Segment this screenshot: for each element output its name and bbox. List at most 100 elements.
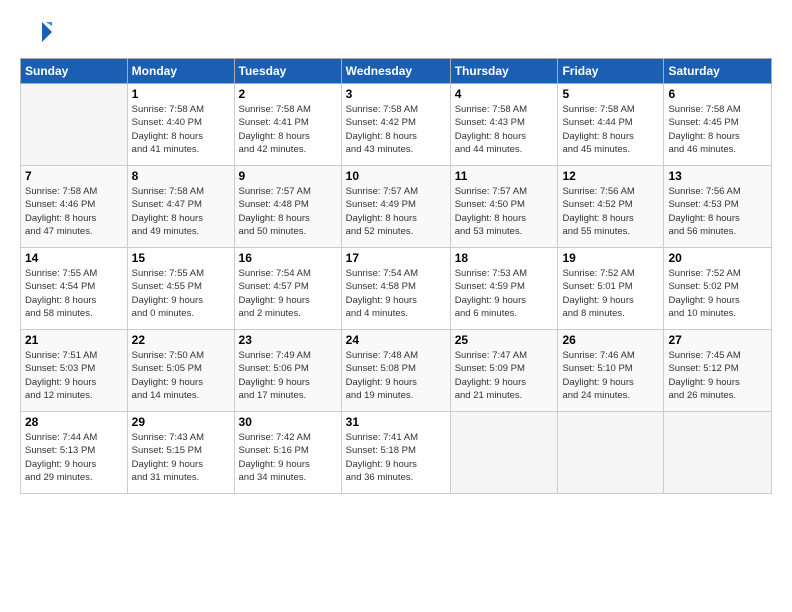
calendar-cell: 10Sunrise: 7:57 AMSunset: 4:49 PMDayligh… [341,166,450,248]
day-number: 20 [668,251,767,265]
day-info: Sunrise: 7:43 AMSunset: 5:15 PMDaylight:… [132,431,230,484]
weekday-header-wednesday: Wednesday [341,59,450,84]
calendar-cell: 15 Sunrise: 7:55 AMSunset: 4:55 PMDayligh… [127,248,234,330]
day-info: Sunrise: 7:51 AMSunset: 5:03 PMDaylight:… [25,349,123,402]
weekday-header-thursday: Thursday [450,59,558,84]
calendar-cell: 12 Sunrise: 7:56 AMSunset: 4:52 PMDayligh… [558,166,664,248]
calendar-cell: 5 Sunrise: 7:58 AMSunset: 4:44 PMDaylight… [558,84,664,166]
weekday-header-sunday: Sunday [21,59,128,84]
calendar-cell: 28 Sunrise: 7:44 AMSunset: 5:13 PMDayligh… [21,412,128,494]
calendar-cell: 30 Sunrise: 7:42 AMSunset: 5:16 PMDayligh… [234,412,341,494]
calendar-cell: 23 Sunrise: 7:49 AMSunset: 5:06 PMDayligh… [234,330,341,412]
day-info: Sunrise: 7:54 AMSunset: 4:58 PMDaylight:… [346,267,446,320]
weekday-header-friday: Friday [558,59,664,84]
calendar-cell: 17 Sunrise: 7:54 AMSunset: 4:58 PMDayligh… [341,248,450,330]
day-info: Sunrise: 7:47 AMSunset: 5:09 PMDaylight:… [455,349,554,402]
day-info: Sunrise: 7:57 AMSunset: 4:48 PMDaylight:… [239,185,337,238]
calendar-cell: 20Sunrise: 7:52 AMSunset: 5:02 PMDayligh… [664,248,772,330]
calendar-cell: 16Sunrise: 7:54 AMSunset: 4:57 PMDayligh… [234,248,341,330]
day-number: 15 [132,251,230,265]
calendar-cell: 11 Sunrise: 7:57 AMSunset: 4:50 PMDayligh… [450,166,558,248]
weekday-header-monday: Monday [127,59,234,84]
day-info: Sunrise: 7:49 AMSunset: 5:06 PMDaylight:… [239,349,337,402]
calendar-cell: 14 Sunrise: 7:55 AMSunset: 4:54 PMDayligh… [21,248,128,330]
day-number: 5 [562,87,659,101]
calendar-cell: 24Sunrise: 7:48 AMSunset: 5:08 PMDayligh… [341,330,450,412]
day-number: 12 [562,169,659,183]
day-info: Sunrise: 7:58 AMSunset: 4:43 PMDaylight:… [455,103,554,156]
day-info: Sunrise: 7:55 AMSunset: 4:55 PMDaylight:… [132,267,230,320]
day-number: 3 [346,87,446,101]
day-info: Sunrise: 7:56 AMSunset: 4:52 PMDaylight:… [562,185,659,238]
day-info: Sunrise: 7:41 AMSunset: 5:18 PMDaylight:… [346,431,446,484]
day-info: Sunrise: 7:58 AMSunset: 4:45 PMDaylight:… [668,103,767,156]
calendar-cell [450,412,558,494]
day-number: 11 [455,169,554,183]
calendar-cell: 25 Sunrise: 7:47 AMSunset: 5:09 PMDayligh… [450,330,558,412]
page: SundayMondayTuesdayWednesdayThursdayFrid… [0,0,792,612]
calendar-week-2: 7Sunrise: 7:58 AMSunset: 4:46 PMDaylight… [21,166,772,248]
calendar-table: SundayMondayTuesdayWednesdayThursdayFrid… [20,58,772,494]
calendar-week-4: 21Sunrise: 7:51 AMSunset: 5:03 PMDayligh… [21,330,772,412]
calendar-cell: 27 Sunrise: 7:45 AMSunset: 5:12 PMDayligh… [664,330,772,412]
day-number: 27 [668,333,767,347]
day-number: 4 [455,87,554,101]
calendar-body: 1 Sunrise: 7:58 AMSunset: 4:40 PMDaylight… [21,84,772,494]
day-info: Sunrise: 7:50 AMSunset: 5:05 PMDaylight:… [132,349,230,402]
day-number: 2 [239,87,337,101]
day-number: 10 [346,169,446,183]
day-info: Sunrise: 7:58 AMSunset: 4:44 PMDaylight:… [562,103,659,156]
calendar-cell: 3 Sunrise: 7:58 AMSunset: 4:42 PMDaylight… [341,84,450,166]
day-number: 13 [668,169,767,183]
day-number: 14 [25,251,123,265]
day-info: Sunrise: 7:45 AMSunset: 5:12 PMDaylight:… [668,349,767,402]
day-number: 28 [25,415,123,429]
day-info: Sunrise: 7:44 AMSunset: 5:13 PMDaylight:… [25,431,123,484]
day-number: 30 [239,415,337,429]
calendar-cell: 21Sunrise: 7:51 AMSunset: 5:03 PMDayligh… [21,330,128,412]
calendar-header: SundayMondayTuesdayWednesdayThursdayFrid… [21,59,772,84]
day-info: Sunrise: 7:52 AMSunset: 5:01 PMDaylight:… [562,267,659,320]
day-info: Sunrise: 7:58 AMSunset: 4:47 PMDaylight:… [132,185,230,238]
day-number: 18 [455,251,554,265]
day-number: 9 [239,169,337,183]
calendar-cell: 29 Sunrise: 7:43 AMSunset: 5:15 PMDayligh… [127,412,234,494]
day-number: 31 [346,415,446,429]
calendar-cell: 7Sunrise: 7:58 AMSunset: 4:46 PMDaylight… [21,166,128,248]
day-number: 17 [346,251,446,265]
day-info: Sunrise: 7:58 AMSunset: 4:40 PMDaylight:… [132,103,230,156]
day-number: 8 [132,169,230,183]
day-info: Sunrise: 7:56 AMSunset: 4:53 PMDaylight:… [668,185,767,238]
day-number: 24 [346,333,446,347]
calendar-week-3: 14 Sunrise: 7:55 AMSunset: 4:54 PMDayligh… [21,248,772,330]
logo [20,16,56,48]
weekday-header-tuesday: Tuesday [234,59,341,84]
calendar-cell: 4 Sunrise: 7:58 AMSunset: 4:43 PMDaylight… [450,84,558,166]
day-info: Sunrise: 7:57 AMSunset: 4:50 PMDaylight:… [455,185,554,238]
day-number: 29 [132,415,230,429]
logo-icon [20,16,52,48]
day-info: Sunrise: 7:58 AMSunset: 4:42 PMDaylight:… [346,103,446,156]
day-number: 19 [562,251,659,265]
calendar-cell [558,412,664,494]
calendar-cell: 9 Sunrise: 7:57 AMSunset: 4:48 PMDaylight… [234,166,341,248]
day-info: Sunrise: 7:55 AMSunset: 4:54 PMDaylight:… [25,267,123,320]
calendar-cell: 18 Sunrise: 7:53 AMSunset: 4:59 PMDayligh… [450,248,558,330]
calendar-cell: 13 Sunrise: 7:56 AMSunset: 4:53 PMDayligh… [664,166,772,248]
calendar-cell: 8 Sunrise: 7:58 AMSunset: 4:47 PMDaylight… [127,166,234,248]
day-info: Sunrise: 7:42 AMSunset: 5:16 PMDaylight:… [239,431,337,484]
day-number: 25 [455,333,554,347]
calendar-week-5: 28 Sunrise: 7:44 AMSunset: 5:13 PMDayligh… [21,412,772,494]
day-info: Sunrise: 7:58 AMSunset: 4:41 PMDaylight:… [239,103,337,156]
day-number: 6 [668,87,767,101]
day-info: Sunrise: 7:53 AMSunset: 4:59 PMDaylight:… [455,267,554,320]
day-number: 1 [132,87,230,101]
day-number: 26 [562,333,659,347]
calendar-cell: 19 Sunrise: 7:52 AMSunset: 5:01 PMDayligh… [558,248,664,330]
calendar-cell: 6 Sunrise: 7:58 AMSunset: 4:45 PMDaylight… [664,84,772,166]
calendar-cell: 31 Sunrise: 7:41 AMSunset: 5:18 PMDayligh… [341,412,450,494]
header-row: SundayMondayTuesdayWednesdayThursdayFrid… [21,59,772,84]
day-info: Sunrise: 7:58 AMSunset: 4:46 PMDaylight:… [25,185,123,238]
calendar-cell [21,84,128,166]
day-number: 23 [239,333,337,347]
